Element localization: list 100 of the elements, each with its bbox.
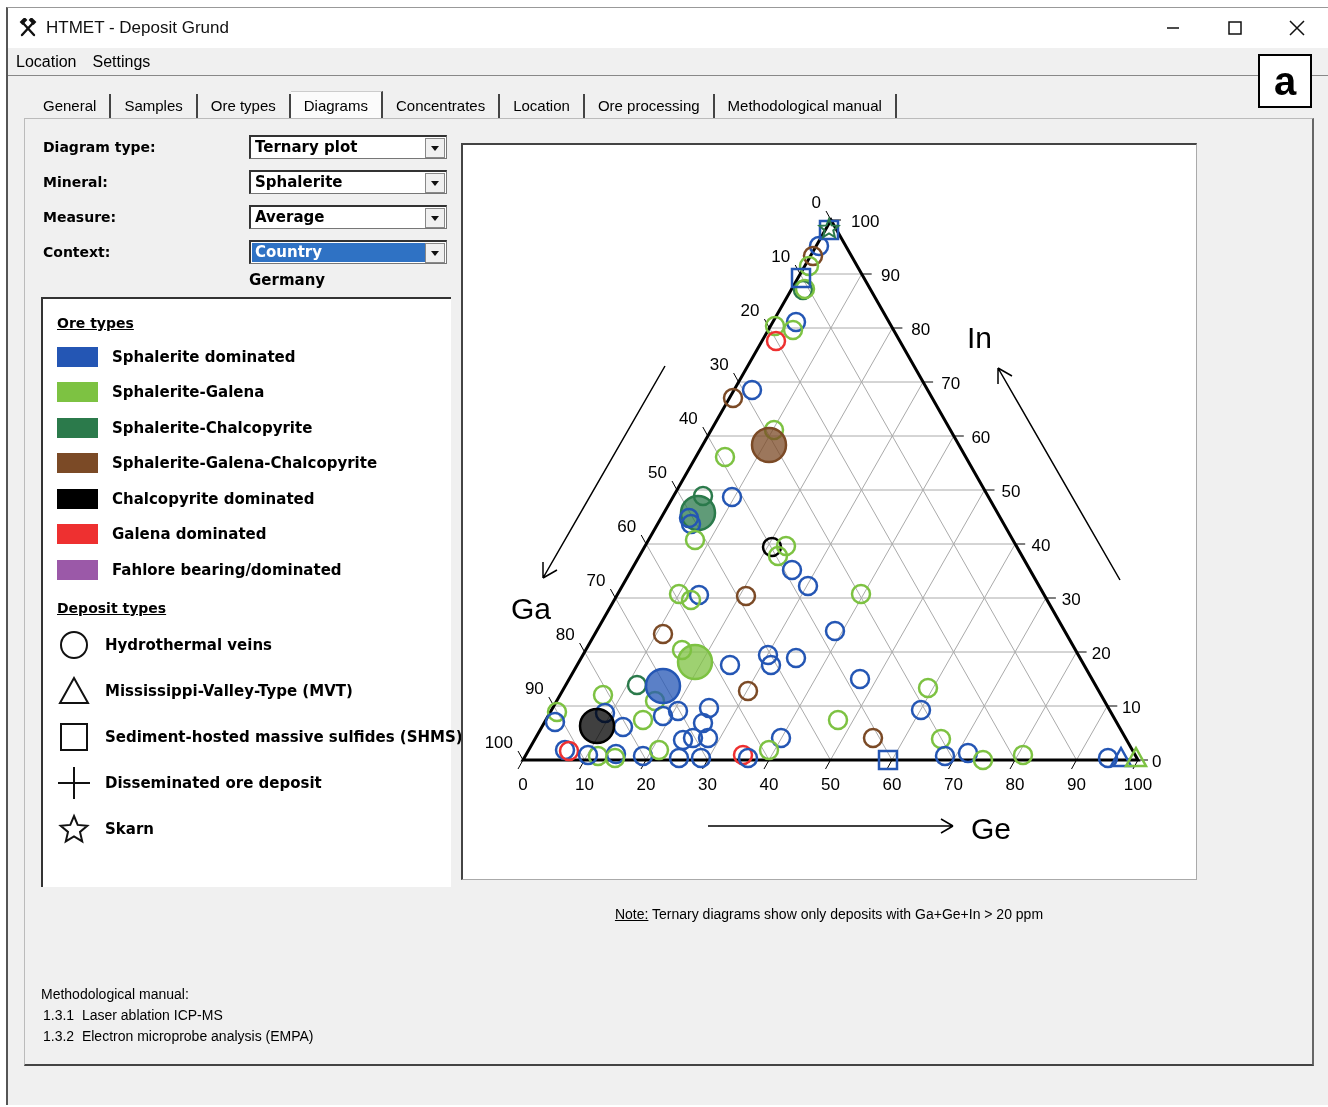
circle-data-point xyxy=(957,742,979,764)
legend-label: Fahlore bearing/dominated xyxy=(112,560,342,579)
circle-data-point xyxy=(648,739,670,761)
square-data-point xyxy=(877,749,899,771)
circle-data-point xyxy=(668,583,690,605)
tick-label: 10 xyxy=(1121,698,1141,717)
circle-data-point xyxy=(668,747,690,769)
manual-link[interactable]: 1.3.2 Electron microprobe analysis (EMPA) xyxy=(41,1026,314,1047)
circle-data-point xyxy=(785,311,807,333)
tick-label: 60 xyxy=(882,775,902,794)
tick-label: 80 xyxy=(555,625,575,644)
circle-data-point xyxy=(737,680,759,702)
axis-label: In xyxy=(967,321,993,354)
circle-data-point xyxy=(917,677,939,699)
field-label: Measure: xyxy=(42,209,118,225)
tick-label: 80 xyxy=(1005,775,1025,794)
tick-label: 70 xyxy=(941,374,961,393)
legend-label: Sediment-hosted massive sulfides (SHMS) xyxy=(105,727,463,746)
square-data-point xyxy=(790,267,812,289)
circle-data-point xyxy=(714,446,736,468)
tick-label: 30 xyxy=(698,775,717,794)
tick-label: 0 xyxy=(811,193,821,212)
tick-label: 70 xyxy=(586,571,606,590)
circle-data-point xyxy=(862,727,884,749)
legend-label: Disseminated ore deposit xyxy=(105,773,322,792)
tick-label: 60 xyxy=(971,428,991,447)
manual-link[interactable]: 1.3.1 Laser ablation ICP-MS xyxy=(41,1005,223,1026)
triangle-icon xyxy=(57,675,91,706)
legend-label: Sphalerite-Galena-Chalcopyrite xyxy=(112,454,378,473)
tick-label: 90 xyxy=(881,266,900,285)
circle-data-point xyxy=(682,727,704,749)
star-icon xyxy=(57,812,91,845)
tick-label: 20 xyxy=(636,775,656,794)
legend-label: Mississippi-Valley-Type (MVT) xyxy=(105,681,353,700)
legend-label: Chalcopyrite dominated xyxy=(112,489,315,508)
axis-label: Ga xyxy=(511,592,552,625)
circle-data-point xyxy=(690,747,712,769)
square-icon xyxy=(57,721,91,752)
circle-data-point xyxy=(697,727,719,749)
note-text: Note: Ternary diagrams show only deposits with Ga+Ge+In > 20 ppm xyxy=(614,906,1044,922)
axis-label: Ge xyxy=(971,812,1012,845)
legend-label: Hydrothermal veins xyxy=(105,635,272,654)
window-title: HTMET - Deposit Grund xyxy=(46,18,229,38)
caret-icon xyxy=(425,137,445,158)
legend-label: Sphalerite dominated xyxy=(112,347,296,366)
circle-data-point xyxy=(1012,744,1034,766)
field-label: Context: xyxy=(42,244,112,260)
menu-item[interactable]: Location xyxy=(16,52,77,71)
tick-label: 60 xyxy=(617,517,637,536)
legend-heading: Ore types xyxy=(57,315,134,331)
tick-label: 30 xyxy=(709,355,729,374)
tick-label: 40 xyxy=(1031,536,1051,555)
plus-icon xyxy=(57,765,91,800)
circle-data-point xyxy=(797,575,819,597)
circle-data-point xyxy=(692,712,714,734)
tick-label: 10 xyxy=(771,247,791,266)
circle-data-point xyxy=(672,729,694,751)
dropdown[interactable]: Average xyxy=(249,205,447,229)
tick-label: 100 xyxy=(851,212,880,231)
circle-data-point xyxy=(741,379,763,401)
circle-data-point xyxy=(546,701,568,723)
circle-data-point xyxy=(910,699,932,721)
menu-item[interactable]: Settings xyxy=(92,52,151,71)
maximize-icon xyxy=(1228,21,1242,35)
tick-label: 100 xyxy=(1123,775,1153,794)
circle-data-point xyxy=(849,668,871,690)
tick-label: 40 xyxy=(759,775,779,794)
tab[interactable]: Diagrams xyxy=(290,91,383,118)
circle-data-point xyxy=(761,536,783,558)
circle-data-point xyxy=(632,709,654,731)
tick-label: 50 xyxy=(648,463,667,482)
circle-data-point xyxy=(972,749,994,771)
close-icon xyxy=(1289,20,1305,36)
circle-data-point xyxy=(765,330,787,352)
circle-data-point xyxy=(798,255,820,277)
legend-label: Galena dominated xyxy=(112,525,267,544)
circle-data-point xyxy=(770,727,792,749)
circle-data-point xyxy=(767,545,789,567)
dropdown[interactable]: Country xyxy=(249,240,447,264)
circle-data-point xyxy=(757,644,779,666)
tick-label: 100 xyxy=(484,733,513,752)
circle-data-point xyxy=(785,647,807,669)
field-label: Mineral: xyxy=(42,174,109,190)
tick-label: 50 xyxy=(821,775,840,794)
circle-data-point xyxy=(652,623,674,645)
tick-label: 50 xyxy=(1001,482,1021,501)
circle-data-point xyxy=(850,583,872,605)
tick-label: 0 xyxy=(1152,752,1162,771)
field-label: Diagram type: xyxy=(42,139,157,155)
circle-data-point xyxy=(732,744,754,766)
circle-data-point xyxy=(721,486,743,508)
circle-data-point xyxy=(1097,747,1119,769)
circle-data-point xyxy=(782,319,804,341)
dropdown[interactable]: Sphalerite xyxy=(249,170,447,194)
dropdown[interactable]: Ternary plot xyxy=(249,135,447,159)
legend-label: Sphalerite-Galena xyxy=(112,383,265,402)
circle-data-point xyxy=(781,559,803,581)
tick-label: 80 xyxy=(911,320,931,339)
tick-label: 90 xyxy=(524,679,544,698)
tick-label: 40 xyxy=(678,409,698,428)
